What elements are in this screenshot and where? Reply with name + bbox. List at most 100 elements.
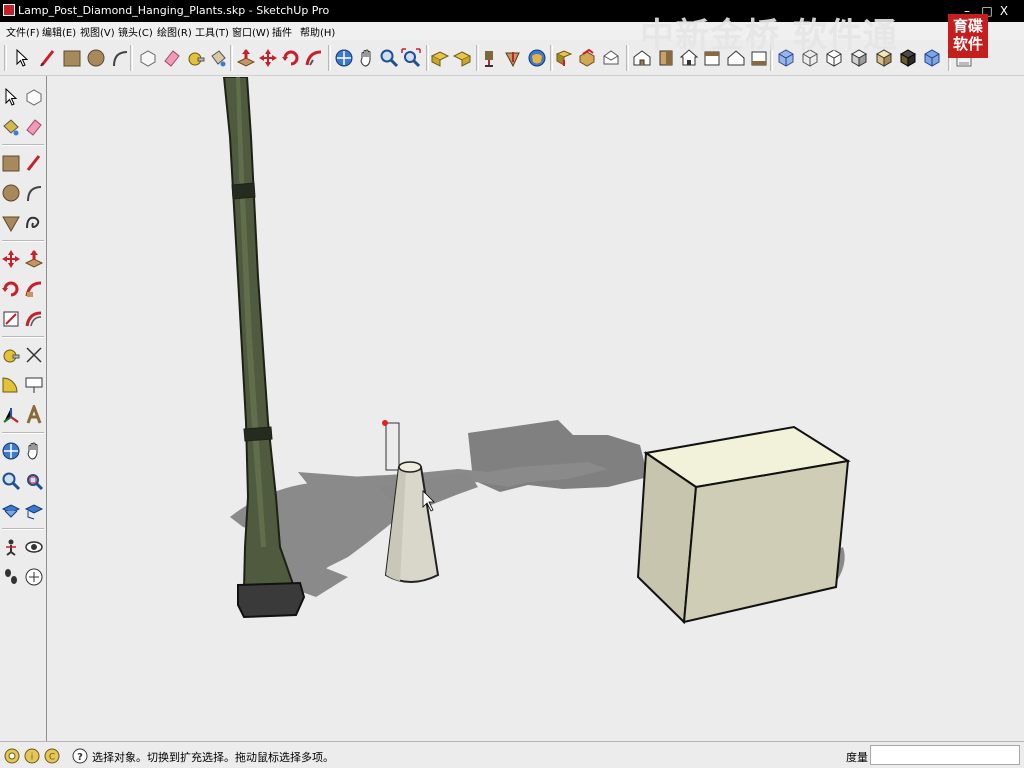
polygon-tool-icon[interactable] [0, 210, 22, 236]
toolbar-grip[interactable] [476, 45, 479, 71]
orbit-tool-icon[interactable] [0, 438, 22, 464]
freehand-tool-icon[interactable] [23, 210, 45, 236]
toolbar-separator [2, 336, 44, 338]
toolbar-grip[interactable] [230, 45, 233, 71]
menu-view[interactable]: 视图(V) [80, 24, 115, 39]
large-tool-set-toolbar [0, 76, 47, 741]
follow-me-icon[interactable] [23, 276, 45, 302]
back-edges-style-icon[interactable] [921, 47, 943, 69]
svg-text:i: i [31, 753, 34, 763]
close-button[interactable]: X [995, 2, 1013, 20]
get-models-icon[interactable] [526, 47, 548, 69]
offset-tool-icon[interactable] [23, 306, 45, 332]
line-tool-icon[interactable] [37, 47, 59, 69]
tape-measure-icon[interactable] [0, 342, 22, 368]
zoom-tool-icon[interactable] [0, 468, 22, 494]
rotate-tool-icon[interactable] [0, 276, 22, 302]
walk-tool-icon[interactable] [502, 47, 524, 69]
protractor-tool-icon[interactable] [0, 372, 22, 398]
menu-tools[interactable]: 工具(T) [195, 24, 229, 39]
tape-measure-icon[interactable] [185, 47, 207, 69]
credits-icon[interactable]: i [24, 748, 40, 764]
menu-window[interactable]: 窗口(W) [232, 24, 270, 39]
select-tool-icon[interactable] [0, 84, 22, 110]
geolocation-icon[interactable] [4, 748, 20, 764]
share-model-icon[interactable] [553, 47, 575, 69]
eraser-tool-icon[interactable] [23, 114, 45, 140]
post-band [231, 182, 256, 200]
axes-tool-icon[interactable] [0, 402, 22, 428]
svg-text:?: ? [77, 752, 83, 763]
monochrome-style-icon[interactable] [897, 47, 919, 69]
post-band [243, 426, 273, 442]
help-icon[interactable]: ? [72, 748, 88, 764]
measurements-input[interactable] [870, 745, 1020, 765]
watermark-text: 中新金桥 软件通 [640, 16, 898, 56]
circle-tool-icon[interactable] [85, 47, 107, 69]
look-around-icon[interactable] [23, 534, 45, 560]
zoom-tool-icon[interactable] [378, 47, 400, 69]
walk-tool-icon[interactable] [0, 564, 22, 590]
selection-marker [382, 420, 400, 471]
zoom-extents-icon[interactable] [400, 47, 422, 69]
orbit-tool-icon[interactable] [333, 47, 355, 69]
section-plane-icon[interactable] [23, 564, 45, 590]
component-browser-icon[interactable] [600, 47, 622, 69]
rectangle-tool-icon[interactable] [0, 150, 22, 176]
watermark-logo: 育碟 软件 [948, 14, 988, 58]
toolbar-separator [2, 144, 44, 146]
rotate-tool-icon[interactable] [280, 47, 302, 69]
toolbar-grip[interactable] [328, 45, 331, 71]
toolbar-grip[interactable] [626, 45, 629, 71]
menu-draw[interactable]: 绘图(R) [157, 24, 192, 39]
eraser-tool-icon[interactable] [161, 47, 183, 69]
move-tool-icon[interactable] [257, 47, 279, 69]
box[interactable] [636, 425, 851, 625]
post-base [237, 581, 306, 619]
make-component-icon[interactable] [137, 47, 159, 69]
previous-view-icon[interactable] [429, 47, 451, 69]
menu-file[interactable]: 文件(F) [6, 24, 40, 39]
zoom-window-icon[interactable] [23, 468, 45, 494]
drawing-viewport[interactable] [48, 77, 1024, 741]
measurements-label: 度量 [846, 751, 868, 764]
paint-bucket-icon[interactable] [207, 47, 229, 69]
watermark-logo-bottom: 软件 [952, 35, 983, 53]
toolbar-grip[interactable] [4, 45, 7, 71]
zoom-extents-icon[interactable] [0, 498, 22, 524]
window-title: Lamp_Post_Diamond_Hanging_Plants.skp - S… [18, 4, 330, 17]
push-pull-icon[interactable] [23, 246, 45, 272]
watermark-logo-top: 育碟 [952, 17, 983, 35]
pan-tool-icon[interactable] [23, 438, 45, 464]
copyright-icon[interactable]: C [44, 748, 60, 764]
menu-plugins[interactable]: 插件 [272, 24, 292, 39]
move-tool-icon[interactable] [0, 246, 22, 272]
menu-camera[interactable]: 镜头(C) [118, 24, 153, 39]
status-bar: i C ? 选择对象。切换到扩充选择。拖动鼠标选择多项。 度量 [0, 741, 1024, 768]
text-tool-icon[interactable] [23, 372, 45, 398]
position-camera-icon[interactable] [0, 534, 22, 560]
menu-edit[interactable]: 编辑(E) [42, 24, 76, 39]
line-tool-icon[interactable] [23, 150, 45, 176]
rectangle-tool-icon[interactable] [61, 47, 83, 69]
toolbar-separator [2, 528, 44, 530]
share-component-icon[interactable] [576, 47, 598, 69]
arc-tool-icon[interactable] [109, 47, 131, 69]
push-pull-icon[interactable] [235, 47, 257, 69]
sketchup-app-icon[interactable] [3, 4, 15, 16]
previous-view-icon[interactable] [23, 498, 45, 524]
follow-me-icon[interactable] [303, 47, 325, 69]
3d-text-tool-icon[interactable] [23, 402, 45, 428]
dimension-tool-icon[interactable] [23, 342, 45, 368]
next-view-icon[interactable] [451, 47, 473, 69]
arc-tool-icon[interactable] [23, 180, 45, 206]
select-tool-icon[interactable] [11, 47, 33, 69]
circle-tool-icon[interactable] [0, 180, 22, 206]
menu-help[interactable]: 帮助(H) [300, 24, 335, 39]
position-camera-icon[interactable] [480, 47, 502, 69]
pan-tool-icon[interactable] [356, 47, 378, 69]
paint-bucket-icon[interactable] [0, 114, 22, 140]
make-component-icon[interactable] [23, 84, 45, 110]
scene-canvas[interactable] [48, 77, 1024, 741]
scale-tool-icon[interactable] [0, 306, 22, 332]
